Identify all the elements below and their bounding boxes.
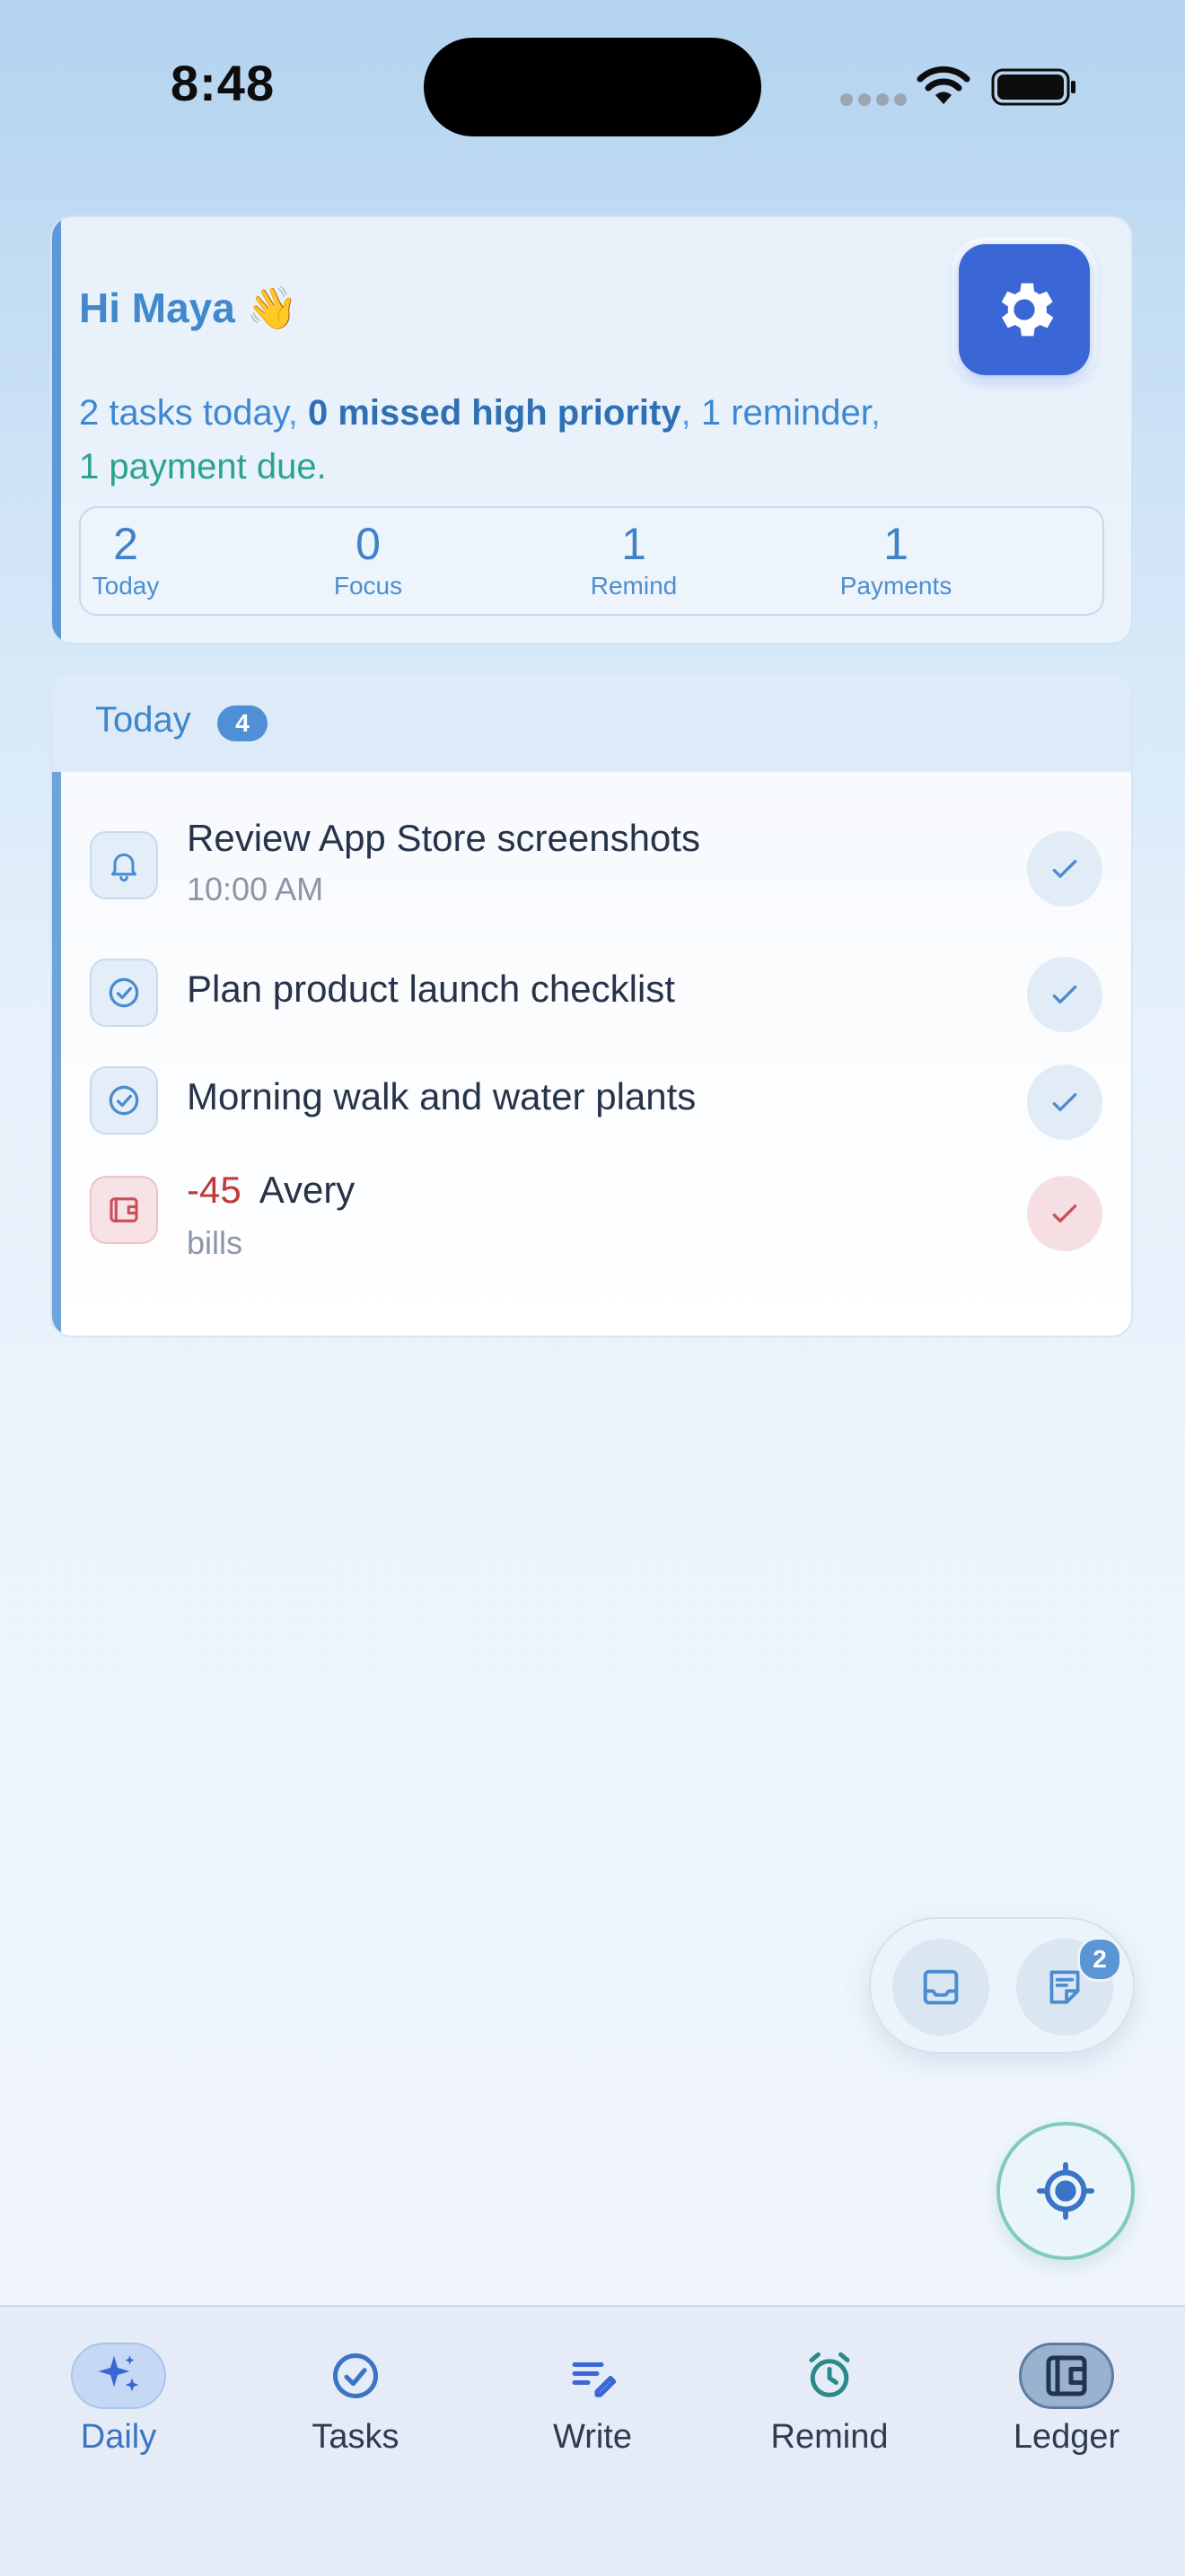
summary-missed: 0 missed high priority (307, 393, 681, 433)
checkmark-icon (1052, 986, 1077, 1003)
checkmark-icon (1052, 1205, 1077, 1222)
today-list: Review App Store screenshots 10:00 AM Pl… (52, 772, 1131, 1336)
inbox-button[interactable] (892, 1939, 989, 2036)
tab-tasks[interactable]: Tasks (257, 2343, 454, 2457)
battery-icon (991, 68, 1075, 106)
notes-count-badge: 2 (1077, 1937, 1122, 1982)
complete-button[interactable] (1027, 831, 1102, 907)
summary-reminder: 1 reminder (700, 393, 871, 433)
stat-label: Today (92, 572, 160, 600)
list-item[interactable]: Morning walk and water plants (52, 1065, 1131, 1140)
settings-button[interactable] (959, 244, 1090, 375)
sparkles-icon (71, 2343, 166, 2409)
item-title: -45 Avery (187, 1169, 355, 1212)
focus-target-button[interactable] (996, 2122, 1135, 2260)
summary-separator: , (287, 393, 308, 433)
stat-value: 0 (356, 519, 381, 569)
tab-label: Tasks (312, 2418, 399, 2456)
tab-ledger[interactable]: Ledger (968, 2343, 1165, 2457)
stats-row: 2 Today 0 Focus 1 Remind 1 Payments (79, 506, 1104, 616)
list-item[interactable]: Review App Store screenshots 10:00 AM (52, 817, 1131, 924)
checkmark-icon (1052, 1093, 1077, 1111)
list-item[interactable]: -45 Avery bills (52, 1156, 1131, 1282)
stat-payments[interactable]: 1 Payments (824, 517, 968, 601)
greeting: Hi Maya 👋 (79, 285, 298, 331)
tab-label: Remind (770, 2418, 889, 2456)
item-title: Morning walk and water plants (187, 1075, 697, 1117)
summary-tasks: 2 tasks today (79, 393, 288, 433)
card-accent-bar (52, 217, 61, 643)
stat-value: 1 (621, 519, 646, 569)
check-circle-icon (90, 1066, 158, 1135)
tab-write[interactable]: Write (494, 2343, 691, 2457)
wifi-icon (917, 66, 970, 104)
complete-button[interactable] (1027, 957, 1102, 1032)
list-item[interactable]: Plan product launch checklist (52, 957, 1131, 1032)
check-circle-icon (90, 959, 158, 1027)
bell-icon (90, 831, 158, 899)
tab-bar: Daily Tasks Write Remind Ledger (0, 2305, 1185, 2576)
checkmark-icon (1052, 860, 1077, 878)
item-title: Review App Store screenshots (187, 817, 700, 859)
gear-icon (1001, 283, 1054, 337)
summary-separator: , (870, 393, 881, 433)
stat-focus[interactable]: 0 Focus (314, 517, 422, 601)
tab-label: Write (553, 2418, 632, 2456)
tab-daily[interactable]: Daily (20, 2343, 217, 2457)
today-title: Today (95, 700, 191, 740)
item-title: Plan product launch checklist (187, 968, 675, 1010)
stat-value: 2 (113, 519, 138, 569)
alarm-clock-icon (782, 2343, 877, 2409)
summary-separator: , (680, 393, 701, 433)
pen-lines-icon (545, 2343, 640, 2409)
complete-button[interactable] (1027, 1176, 1102, 1251)
item-amount: -45 (187, 1169, 241, 1211)
stat-label: Payments (839, 572, 952, 600)
wallet-icon (1019, 2343, 1114, 2409)
wallet-icon (90, 1176, 158, 1244)
stat-label: Focus (333, 572, 403, 600)
check-circle-icon (308, 2343, 403, 2409)
stat-label: Remind (590, 572, 678, 600)
dynamic-island (424, 38, 761, 136)
summary-payment: 1 payment due. (79, 447, 327, 486)
today-count-badge: 4 (217, 705, 268, 741)
stat-remind[interactable]: 1 Remind (571, 517, 697, 601)
today-header[interactable]: Today 4 (52, 673, 1131, 774)
stat-value: 1 (883, 519, 908, 569)
summary-card: Hi Maya 👋 2 tasks today, 0 missed high p… (50, 215, 1133, 644)
crosshair-icon (1036, 2161, 1095, 2221)
tab-remind[interactable]: Remind (731, 2343, 928, 2457)
item-payee: Avery (259, 1169, 356, 1211)
complete-button[interactable] (1027, 1065, 1102, 1140)
item-category: bills (187, 1224, 243, 1261)
today-card: Today 4 Review App Store screenshots 10:… (50, 671, 1133, 1337)
inbox-icon (923, 1969, 959, 2005)
item-time: 10:00 AM (187, 871, 324, 907)
cellular-signal-icon (840, 93, 907, 106)
stat-today[interactable]: 2 Today (81, 517, 171, 601)
day-summary: 2 tasks today, 0 missed high priority, 1… (79, 386, 1066, 494)
status-time: 8:48 (171, 55, 276, 111)
tab-label: Ledger (1013, 2418, 1120, 2456)
tab-label: Daily (80, 2418, 157, 2456)
